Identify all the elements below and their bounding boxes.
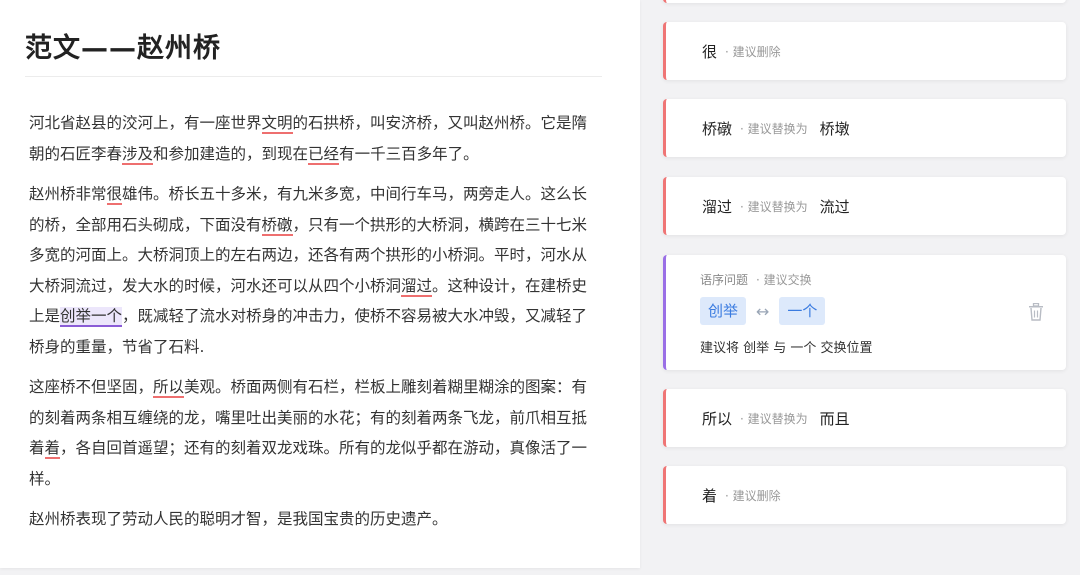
suggestion-card[interactable]: 桥礅 · 建议替换为 桥墩 (663, 99, 1066, 157)
text-span: 和参加建造的，到现在 (153, 144, 309, 163)
paragraph-3: 这座桥不但坚固，所以美观。桥面两侧有石栏，栏板上雕刻着糊里糊涂的图案：有的刻着两… (29, 372, 597, 494)
word-order-header: 语序问题 · 建议交换 (700, 271, 812, 288)
suggestion-card[interactable]: 很 · 建议删除 (663, 22, 1066, 80)
text-span: 赵州桥非常 (29, 185, 107, 203)
suggestion-row: 很 · 建议删除 (702, 22, 781, 80)
issue-type: 语序问题 (700, 273, 749, 287)
error-highlight[interactable]: 桥礅 (261, 215, 293, 236)
text-span: ，各自回首遥望；还有的刻着双龙戏珠。所有的龙似乎都在游动，真像活了一样。 (29, 439, 588, 488)
word-order-highlight[interactable]: 创举一个 (60, 307, 123, 327)
suggestion-card-previous[interactable] (663, 0, 1066, 3)
suggestion-row: 溜过 · 建议替换为 流过 (702, 177, 850, 235)
paragraph-1: 河北省赵县的洨河上，有一座世界文明的石拱桥，叫安济桥，又叫赵州桥。它是隋朝的石匠… (29, 108, 597, 169)
suggestion-action: · 建议删除 (725, 44, 781, 59)
suggestion-row: 桥礅 · 建议替换为 桥墩 (702, 99, 850, 157)
chip-first-word[interactable]: 创举 (700, 297, 747, 325)
paragraph-4: 赵州桥表现了劳动人民的聪明才智，是我国宝贵的历史遗产。 (29, 510, 448, 528)
suggestion-row: 着 · 建议删除 (702, 466, 781, 524)
word-order-card[interactable]: 语序问题 · 建议交换 创举 ↔ 一个 建议将 创举 与 一个 交换位置 (663, 255, 1066, 370)
suggestion-word: 桥礅 (702, 119, 733, 138)
paragraph-2: 赵州桥非常很雄伟。桥长五十多米，有九米多宽，中间行车马，两旁走人。这么长的桥，全… (29, 179, 597, 362)
text-span: 这座桥不但坚固， (29, 378, 154, 396)
suggestion-action: · 建议交换 (756, 273, 812, 287)
swap-chips: 创举 ↔ 一个 (700, 297, 826, 325)
suggestion-action: · 建议删除 (725, 488, 781, 503)
suggestion-action: · 建议替换为 (740, 411, 808, 426)
error-highlight[interactable]: 溜过 (401, 276, 433, 297)
error-highlight[interactable]: 所以 (153, 378, 185, 398)
suggestion-word: 着 (702, 486, 718, 505)
suggestion-word: 很 (702, 42, 718, 61)
chip-second-word[interactable]: 一个 (779, 297, 826, 325)
swap-arrow-icon: ↔ (756, 301, 770, 321)
error-highlight[interactable]: 着 (44, 439, 61, 459)
word-order-description: 建议将 创举 与 一个 交换位置 (700, 341, 873, 356)
document-body[interactable]: 河北省赵县的洨河上，有一座世界文明的石拱桥，叫安济桥，又叫赵州桥。它是隋朝的石匠… (29, 108, 597, 545)
error-highlight[interactable]: 涉及 (122, 144, 154, 165)
suggestion-row: 所以 · 建议替换为 而且 (702, 389, 850, 447)
suggestion-card[interactable]: 溜过 · 建议替换为 流过 (663, 177, 1066, 235)
suggestion-replacement[interactable]: 而且 (820, 408, 850, 429)
suggestion-word: 所以 (702, 409, 733, 428)
error-highlight[interactable]: 文明 (261, 114, 293, 134)
error-highlight[interactable]: 很 (106, 185, 123, 205)
suggestion-card[interactable]: 所以 · 建议替换为 而且 (663, 389, 1066, 447)
text-span: 河北省赵县的洨河上，有一座世界 (29, 114, 262, 132)
error-highlight[interactable]: 已经 (308, 144, 340, 165)
suggestion-replacement[interactable]: 流过 (820, 196, 850, 217)
document-panel: 范文——赵州桥 河北省赵县的洨河上，有一座世界文明的石拱桥，叫安济桥，又叫赵州桥… (0, 0, 640, 568)
suggestion-card[interactable]: 着 · 建议删除 (663, 466, 1066, 524)
page-title: 范文——赵州桥 (25, 30, 602, 77)
suggestion-action: · 建议替换为 (740, 199, 808, 214)
suggestion-word: 溜过 (702, 197, 733, 216)
suggestion-replacement[interactable]: 桥墩 (820, 118, 850, 139)
suggestion-action: · 建议替换为 (740, 121, 808, 136)
text-span: 有一千三百多年了。 (339, 144, 479, 163)
trash-icon[interactable] (1028, 303, 1044, 321)
